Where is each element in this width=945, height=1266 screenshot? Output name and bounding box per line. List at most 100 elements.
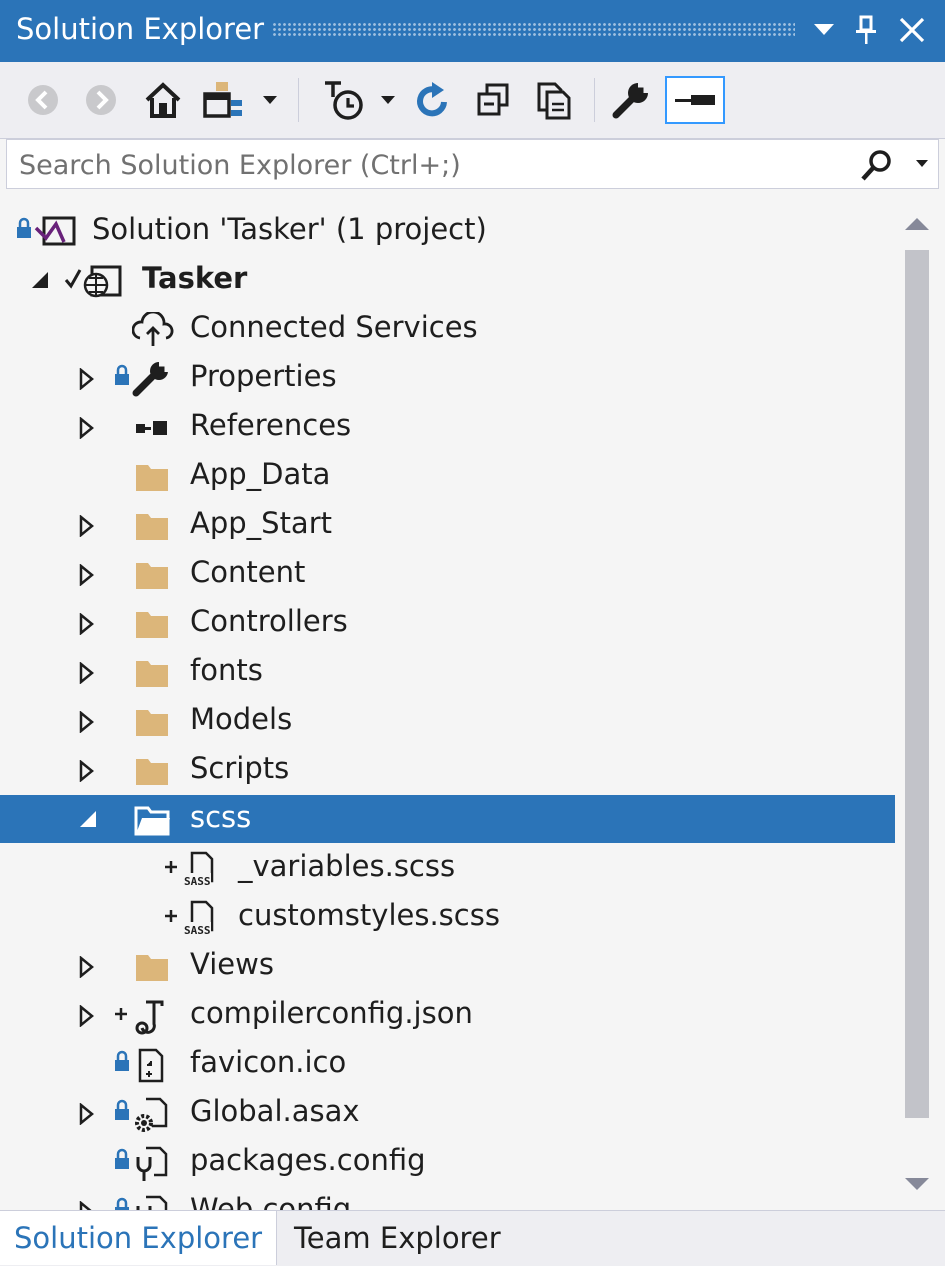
wrench-icon[interactable]: [608, 76, 654, 124]
folder-icon: [132, 655, 172, 691]
gear-file-icon: [132, 1096, 172, 1132]
expand-arrow-icon[interactable]: [78, 1200, 98, 1210]
tree-item-label: scss: [190, 800, 252, 834]
tree-item-favicon-ico[interactable]: favicon.ico: [0, 1040, 895, 1088]
tree-item-customstyles-scss[interactable]: SASS customstyles.scss: [0, 893, 895, 941]
tree-item-scss[interactable]: scss: [0, 795, 895, 843]
solution-icon: [34, 214, 76, 250]
forward-icon[interactable]: [80, 76, 122, 124]
expand-arrow-icon[interactable]: [78, 759, 98, 783]
chevron-down-icon[interactable]: [376, 76, 400, 124]
sass-file-icon: SASS: [180, 900, 220, 937]
toolbar-separator: [594, 78, 595, 122]
folder-icon: [132, 557, 172, 593]
tree-item-packages-config[interactable]: packages.config: [0, 1138, 895, 1186]
scroll-down-arrow-icon[interactable]: [905, 1178, 929, 1190]
expand-arrow-icon[interactable]: [78, 563, 98, 587]
tree-item-web-config[interactable]: Web.config: [0, 1187, 895, 1210]
tree-item-connected-services[interactable]: Connected Services: [0, 305, 895, 353]
refresh-icon[interactable]: [410, 76, 456, 124]
close-icon[interactable]: [894, 10, 930, 50]
tree-item-references[interactable]: References: [0, 403, 895, 451]
switch-views-icon[interactable]: [200, 76, 246, 124]
tree-item-models[interactable]: Models: [0, 697, 895, 745]
title-bar[interactable]: Solution Explorer: [0, 0, 945, 62]
expand-arrow-icon[interactable]: [78, 661, 98, 685]
json-file-icon: [132, 998, 172, 1035]
tree-item-fonts[interactable]: fonts: [0, 648, 895, 696]
search-input[interactable]: [17, 146, 841, 184]
search-box[interactable]: [6, 139, 939, 189]
folder-icon: [132, 606, 172, 642]
scrollbar-thumb[interactable]: [905, 250, 929, 1118]
tree-item-properties[interactable]: Properties: [0, 354, 895, 402]
folder-icon: [132, 949, 172, 985]
chevron-down-icon[interactable]: [806, 10, 842, 50]
tree-item-label: Global.asax: [190, 1094, 360, 1128]
tree-item-project[interactable]: Tasker: [0, 256, 895, 304]
tab-solution-explorer[interactable]: Solution Explorer: [0, 1211, 278, 1265]
tree-item-label: fonts: [190, 653, 263, 687]
toolbar: [0, 62, 945, 139]
search-icon[interactable]: [860, 148, 894, 182]
pending-changes-filter-icon[interactable]: [318, 76, 372, 124]
collapse-arrow-icon[interactable]: [78, 809, 98, 831]
solution-tree: Solution 'Tasker' (1 project) Tasker Con…: [0, 200, 895, 1210]
back-icon[interactable]: [22, 76, 64, 124]
home-icon[interactable]: [140, 76, 186, 124]
svg-text:SASS: SASS: [184, 875, 211, 888]
show-all-files-icon[interactable]: [530, 76, 576, 124]
expand-arrow-icon[interactable]: [78, 1102, 98, 1126]
open-folder-icon: [132, 802, 172, 838]
folder-icon: [132, 704, 172, 740]
search-options-dropdown-icon[interactable]: [916, 160, 928, 167]
tree-item-label: App_Start: [190, 506, 332, 540]
collapse-arrow-icon[interactable]: [30, 270, 50, 292]
tree-item-label: Web.config: [190, 1192, 352, 1210]
expand-arrow-icon[interactable]: [78, 612, 98, 636]
expand-arrow-icon[interactable]: [78, 416, 98, 440]
tree-item-controllers[interactable]: Controllers: [0, 599, 895, 647]
tree-item-scripts[interactable]: Scripts: [0, 746, 895, 794]
bottom-tab-strip: Solution Explorer Team Explorer: [0, 1210, 945, 1266]
tree-item-label: References: [190, 408, 352, 442]
tree-item-app-data[interactable]: App_Data: [0, 452, 895, 500]
folder-icon: [132, 753, 172, 789]
solution-explorer-window: Solution Explorer Search Solution Explor…: [0, 0, 945, 1266]
tree-item-label: Tasker: [142, 261, 248, 295]
collapse-all-icon[interactable]: [470, 76, 516, 124]
window-title: Solution Explorer: [16, 12, 265, 46]
config-file-icon: [132, 1194, 172, 1210]
title-grip: [272, 22, 795, 38]
tree-item-global-asax[interactable]: Global.asax: [0, 1089, 895, 1137]
references-icon: [132, 410, 172, 446]
expand-arrow-icon[interactable]: [78, 710, 98, 734]
tree-item-variables-scss[interactable]: SASS _variables.scss: [0, 844, 895, 892]
expand-arrow-icon[interactable]: [78, 367, 98, 391]
tree-item-label: Scripts: [190, 751, 290, 785]
tree-item-compilerconfig-json[interactable]: compilerconfig.json: [0, 991, 895, 1039]
tree-item-views[interactable]: Views: [0, 942, 895, 990]
chevron-down-icon[interactable]: [258, 76, 282, 124]
vertical-scrollbar[interactable]: [896, 200, 945, 1210]
expand-arrow-icon[interactable]: [78, 955, 98, 979]
pin-icon[interactable]: [848, 10, 884, 50]
scroll-up-arrow-icon[interactable]: [905, 218, 929, 230]
tree-item-label: customstyles.scss: [238, 898, 500, 932]
expand-arrow-icon[interactable]: [78, 514, 98, 538]
preview-selected-items-icon[interactable]: [665, 76, 725, 124]
tree-item-label: _variables.scss: [238, 849, 456, 883]
web-project-icon: [80, 263, 122, 299]
tree-item-label: Connected Services: [190, 310, 478, 344]
tab-team-explorer[interactable]: Team Explorer: [280, 1211, 515, 1265]
tree-item-solution[interactable]: Solution 'Tasker' (1 project): [0, 207, 895, 255]
folder-icon: [132, 508, 172, 544]
tree-item-app-start[interactable]: App_Start: [0, 501, 895, 549]
tree-item-label: Content: [190, 555, 306, 589]
tree-item-label: Models: [190, 702, 293, 736]
tree-item-content[interactable]: Content: [0, 550, 895, 598]
tree-item-label: compilerconfig.json: [190, 996, 473, 1030]
expand-arrow-icon[interactable]: [78, 1004, 98, 1028]
wrench-icon: [132, 361, 172, 397]
tree-item-label: Controllers: [190, 604, 348, 638]
